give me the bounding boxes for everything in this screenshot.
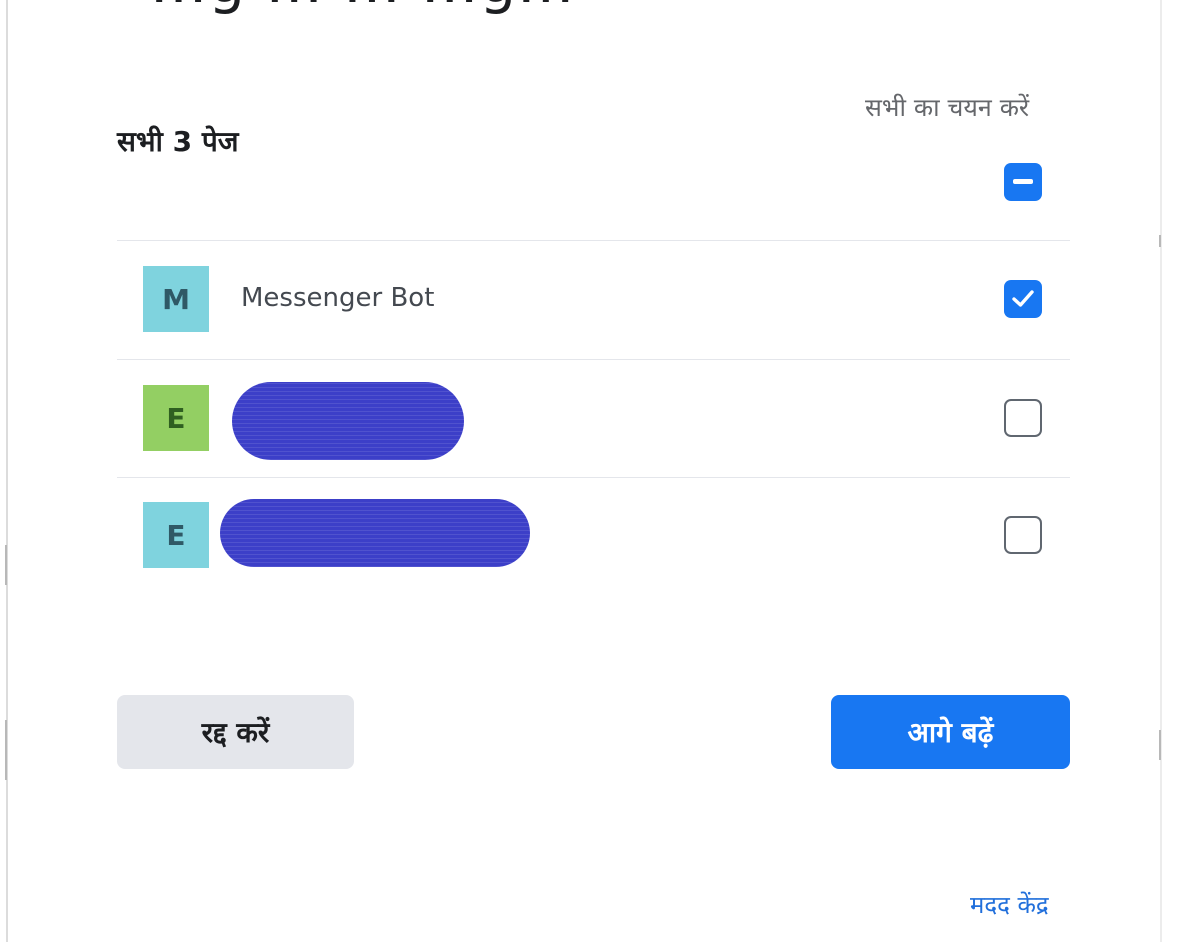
cropped-heading: ...g ... ... ...g... xyxy=(150,0,576,16)
window-edge-right xyxy=(1160,0,1162,942)
page-avatar: E xyxy=(143,385,209,451)
page-selection-dialog: ...g ... ... ...g... सभी 3 पेज सभी का चय… xyxy=(0,0,1177,942)
window-edge-mark xyxy=(5,545,7,585)
avatar-initial: M xyxy=(162,282,190,316)
help-center-link[interactable]: मदद केंद्र xyxy=(970,888,1049,921)
window-edge-mark xyxy=(5,720,7,780)
select-all-label: सभी का चयन करें xyxy=(865,93,1030,122)
page-avatar: E xyxy=(143,502,209,568)
cancel-button[interactable]: रद्द करें xyxy=(117,695,354,769)
checkmark-icon xyxy=(1012,290,1034,307)
next-button[interactable]: आगे बढ़ें xyxy=(831,695,1070,769)
page-checkbox[interactable] xyxy=(1004,280,1042,318)
window-edge-mark xyxy=(1159,235,1161,247)
minus-icon xyxy=(1013,179,1033,184)
avatar-initial: E xyxy=(166,518,186,552)
select-all-checkbox[interactable] xyxy=(1004,163,1042,201)
page-row[interactable]: M Messenger Bot xyxy=(117,241,1070,359)
page-row[interactable]: E xyxy=(117,360,1070,478)
page-avatar: M xyxy=(143,266,209,332)
window-edge-mark xyxy=(1159,730,1161,760)
page-row[interactable]: E xyxy=(117,478,1070,596)
page-checkbox[interactable] xyxy=(1004,516,1042,554)
page-name: Messenger Bot xyxy=(241,283,435,313)
page-count-title: सभी 3 पेज xyxy=(117,125,239,158)
redacted-page-name xyxy=(232,382,464,460)
page-checkbox[interactable] xyxy=(1004,399,1042,437)
avatar-initial: E xyxy=(166,401,186,435)
window-edge-left xyxy=(6,0,8,942)
redacted-page-name xyxy=(220,499,530,567)
